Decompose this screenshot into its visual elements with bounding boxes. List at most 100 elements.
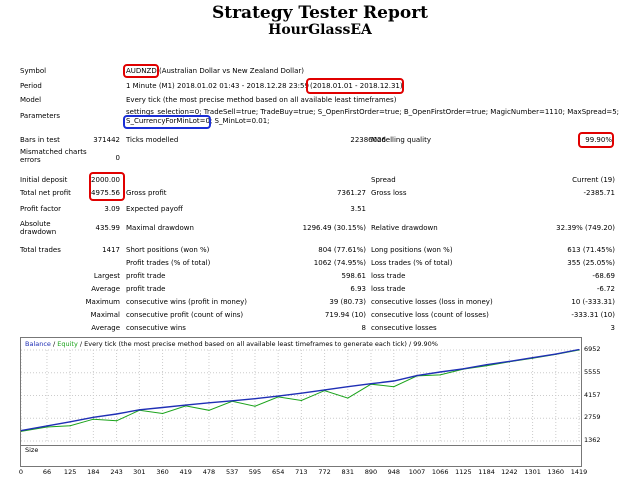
data-point-equity xyxy=(92,418,94,420)
initial-deposit-label: Initial deposit xyxy=(20,176,68,184)
maximal-cons-loss-label: consecutive loss (count of losses) xyxy=(371,311,489,319)
x-tick-label: 948 xyxy=(387,468,400,476)
data-point-balance xyxy=(416,374,418,377)
data-point-balance xyxy=(370,383,372,385)
max-cons-losses-label: consecutive losses (loss in money) xyxy=(371,298,493,306)
report-title: Strategy Tester Report xyxy=(211,3,429,23)
spread-value: Current (19) xyxy=(572,176,615,184)
long-value: 613 (71.45%) xyxy=(567,246,615,254)
data-point-balance xyxy=(254,398,256,400)
data-point-equity xyxy=(254,405,256,407)
abs-drawdown-value: 435.99 xyxy=(95,224,121,232)
data-point-balance xyxy=(138,409,140,411)
average-loss-value: -6.72 xyxy=(596,285,615,293)
avg-cons-losses-value: 3 xyxy=(610,324,615,332)
symbol-description: (Australian Dollar vs New Zealand Dollar… xyxy=(156,67,304,75)
data-point-balance xyxy=(462,368,464,370)
average-profit-value: 6.93 xyxy=(350,285,366,293)
data-point-equity xyxy=(347,397,349,399)
profit-trades-value: 1062 (74.95%) xyxy=(313,259,366,267)
data-point-balance xyxy=(531,357,534,359)
series-line-equity xyxy=(21,349,580,432)
x-tick-label: 66 xyxy=(42,468,52,476)
abs-drawdown-label: Absolute drawdown xyxy=(20,220,57,236)
rel-drawdown-value: 32.39% (749.20) xyxy=(556,224,615,232)
data-point-equity xyxy=(208,409,210,411)
x-tick-label: 1301 xyxy=(524,468,541,476)
y-tick-label: 1362 xyxy=(584,436,601,444)
symbol-label: Symbol xyxy=(20,67,47,75)
data-point-equity xyxy=(393,386,395,388)
profit-factor-label: Profit factor xyxy=(20,205,61,213)
parameter-highlight xyxy=(123,115,211,129)
data-point-equity xyxy=(115,420,118,422)
largest-label: Largest xyxy=(93,272,120,280)
gross-loss-label: Gross loss xyxy=(371,189,407,197)
model-label: Model xyxy=(20,96,42,104)
chart-plot-area xyxy=(21,348,581,442)
x-tick-label: 1125 xyxy=(455,468,472,476)
x-tick-label: 537 xyxy=(225,468,239,476)
parameters-rest: S_MinLot=0.01; xyxy=(212,117,270,125)
report-subtitle: HourGlassEA xyxy=(268,22,372,38)
x-tick-label: 772 xyxy=(318,468,331,476)
maximal-cons-profit-value: 719.94 (10) xyxy=(324,311,366,319)
deposit-profit-highlight xyxy=(89,172,125,201)
data-point-balance xyxy=(439,371,441,373)
y-tick-label: 5555 xyxy=(584,367,601,376)
data-point-balance xyxy=(347,386,349,388)
total-trades-label: Total trades xyxy=(20,246,61,254)
x-tick-label: 478 xyxy=(202,468,216,476)
data-point-balance xyxy=(323,389,326,391)
avg-cons-wins-label: consecutive wins xyxy=(126,324,186,332)
short-value: 804 (77.61%) xyxy=(318,246,366,254)
expected-payoff-label: Expected payoff xyxy=(126,205,183,213)
x-tick-label: 360 xyxy=(156,468,169,476)
data-point-equity xyxy=(161,412,164,415)
x-tick-label: 890 xyxy=(364,468,378,476)
x-tick-label: 243 xyxy=(110,468,123,476)
profit-trades-label: Profit trades (% of total) xyxy=(126,259,211,267)
parameters-label: Parameters xyxy=(20,112,61,120)
mismatch-value: 0 xyxy=(115,154,120,162)
x-tick-label: 1007 xyxy=(408,468,426,476)
data-point-balance xyxy=(508,360,510,363)
average-profit-label: profit trade xyxy=(126,285,166,293)
x-tick-label: 0 xyxy=(18,468,24,476)
max-drawdown-label: Maximal drawdown xyxy=(126,224,194,232)
data-point-equity xyxy=(300,399,302,402)
x-tick-label: 1242 xyxy=(501,468,518,476)
x-tick-label: 831 xyxy=(341,468,354,476)
x-tick-label: 184 xyxy=(87,468,100,476)
average-loss-label: loss trade xyxy=(371,285,406,293)
period-range-highlight xyxy=(306,78,404,94)
net-profit-label: Total net profit xyxy=(20,189,71,197)
total-trades-value: 1417 xyxy=(102,246,120,254)
gross-profit-label: Gross profit xyxy=(126,189,167,197)
ticks-label: Ticks modelled xyxy=(126,136,179,144)
data-point-equity xyxy=(69,425,71,427)
data-point-balance xyxy=(231,400,233,402)
largest-profit-value: 598.61 xyxy=(341,272,367,280)
gross-profit-value: 7361.27 xyxy=(337,189,366,197)
y-tick-label: 2759 xyxy=(584,413,601,422)
data-point-balance xyxy=(115,413,118,415)
x-tick-label: 713 xyxy=(295,468,308,476)
x-tick-label: 419 xyxy=(179,468,192,476)
expected-payoff-value: 3.51 xyxy=(350,205,366,213)
data-point-balance xyxy=(578,348,580,351)
symbol-highlight xyxy=(123,64,159,78)
loss-trades-label: Loss trades (% of total) xyxy=(371,259,453,267)
maximal-label: Maximal xyxy=(90,311,120,319)
data-point-balance xyxy=(485,364,488,366)
largest-loss-value: -68.69 xyxy=(592,272,615,280)
data-point-balance xyxy=(46,425,48,427)
x-tick-label: 1066 xyxy=(431,468,449,476)
y-tick-label: 6952 xyxy=(584,345,601,353)
avg-label: Average xyxy=(91,324,120,332)
max-cons-wins-value: 39 (80.73) xyxy=(329,298,366,306)
x-tick-label: 654 xyxy=(271,468,285,476)
model-value: Every tick (the most precise method base… xyxy=(126,96,397,104)
data-point-balance xyxy=(208,402,210,404)
period-label: Period xyxy=(20,82,42,90)
